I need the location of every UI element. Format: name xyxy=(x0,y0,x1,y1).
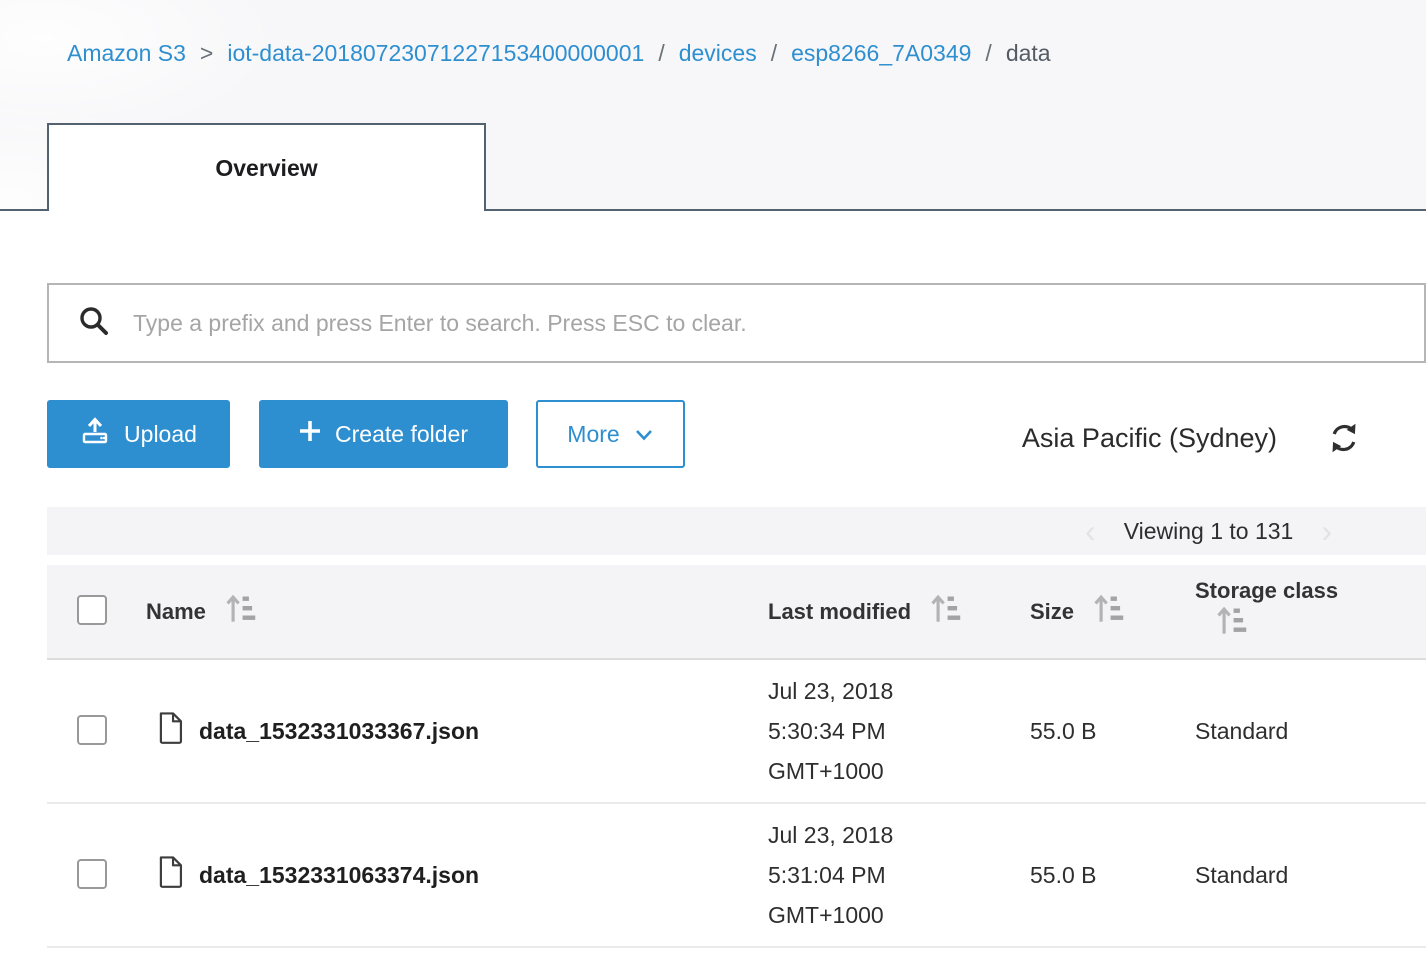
column-header-name[interactable]: Name xyxy=(146,599,206,625)
pagination-next-button[interactable]: › xyxy=(1321,515,1332,547)
sort-icon[interactable] xyxy=(927,590,965,633)
search-box[interactable] xyxy=(47,283,1426,363)
search-icon xyxy=(77,304,111,343)
object-link[interactable]: data_1532331063374.json xyxy=(130,855,768,895)
table-row: data_1532331063374.json Jul 23, 2018 5:3… xyxy=(47,804,1426,948)
modified-timezone: GMT+1000 xyxy=(768,758,884,784)
upload-icon xyxy=(80,416,110,452)
sort-icon[interactable] xyxy=(1213,602,1251,645)
sort-icon[interactable] xyxy=(1090,590,1128,633)
table-row: data_1532331033367.json Jul 23, 2018 5:3… xyxy=(47,660,1426,804)
refresh-button[interactable] xyxy=(1326,421,1362,457)
pagination-bar: ‹ Viewing 1 to 131 › xyxy=(47,507,1426,555)
breadcrumb-link-devices[interactable]: devices xyxy=(679,40,757,67)
modified-timezone: GMT+1000 xyxy=(768,902,884,928)
object-link[interactable]: data_1532331033367.json xyxy=(130,711,768,751)
last-modified-cell: Jul 23, 2018 5:30:34 PM GMT+1000 xyxy=(768,671,1030,791)
modified-date: Jul 23, 2018 xyxy=(768,678,894,704)
modified-time: 5:30:34 PM xyxy=(768,718,886,744)
pagination-prev-button[interactable]: ‹ xyxy=(1085,515,1096,547)
file-icon xyxy=(155,855,185,895)
more-button[interactable]: More xyxy=(536,400,685,468)
modified-time: 5:31:04 PM xyxy=(768,862,886,888)
plus-icon xyxy=(299,420,321,448)
storage-class-cell: Standard xyxy=(1195,861,1289,888)
tab-overview[interactable]: Overview xyxy=(47,123,486,211)
breadcrumb-separator: / xyxy=(770,39,778,66)
object-list: data_1532331033367.json Jul 23, 2018 5:3… xyxy=(47,660,1426,948)
storage-class-cell: Standard xyxy=(1195,717,1289,744)
breadcrumb-separator: / xyxy=(658,39,665,66)
tab-overview-label: Overview xyxy=(215,154,318,181)
size-cell: 55.0 B xyxy=(1030,861,1097,888)
sort-icon[interactable] xyxy=(222,590,260,633)
table-header-row: Name Last modified Size Storage class xyxy=(47,565,1426,660)
more-button-label: More xyxy=(567,420,620,447)
region-label: Asia Pacific (Sydney) xyxy=(1021,423,1277,453)
column-header-last-modified[interactable]: Last modified xyxy=(768,599,911,625)
pagination-viewing-label: Viewing 1 to 131 xyxy=(1123,517,1294,544)
create-folder-button[interactable]: Create folder xyxy=(259,400,508,468)
upload-button[interactable]: Upload xyxy=(47,400,230,468)
breadcrumb-link-amazon-s3[interactable]: Amazon S3 xyxy=(67,40,186,67)
breadcrumb-separator: / xyxy=(985,39,992,66)
breadcrumb-link-bucket[interactable]: iot-data-20180723071227153400000001 xyxy=(227,40,644,67)
refresh-icon xyxy=(1327,423,1361,458)
breadcrumb-current-folder: data xyxy=(1005,39,1051,66)
chevron-down-icon xyxy=(634,421,654,448)
size-cell: 55.0 B xyxy=(1030,717,1097,744)
search-input[interactable] xyxy=(131,308,1408,338)
breadcrumb: Amazon S3 > iot-data-2018072307122715340… xyxy=(67,38,1051,68)
column-header-storage-class[interactable]: Storage class xyxy=(1195,578,1338,604)
file-icon xyxy=(155,711,185,751)
create-folder-button-label: Create folder xyxy=(335,420,468,447)
object-name: data_1532331033367.json xyxy=(199,717,480,744)
row-checkbox[interactable] xyxy=(77,858,107,889)
row-checkbox[interactable] xyxy=(77,714,107,745)
column-header-size[interactable]: Size xyxy=(1030,599,1074,625)
breadcrumb-link-device-id[interactable]: esp8266_7A0349 xyxy=(791,40,971,67)
select-all-checkbox[interactable] xyxy=(77,595,107,625)
upload-button-label: Upload xyxy=(124,420,197,447)
modified-date: Jul 23, 2018 xyxy=(768,822,894,848)
last-modified-cell: Jul 23, 2018 5:31:04 PM GMT+1000 xyxy=(768,815,1030,935)
object-name: data_1532331063374.json xyxy=(199,861,480,888)
breadcrumb-separator: > xyxy=(199,39,214,66)
